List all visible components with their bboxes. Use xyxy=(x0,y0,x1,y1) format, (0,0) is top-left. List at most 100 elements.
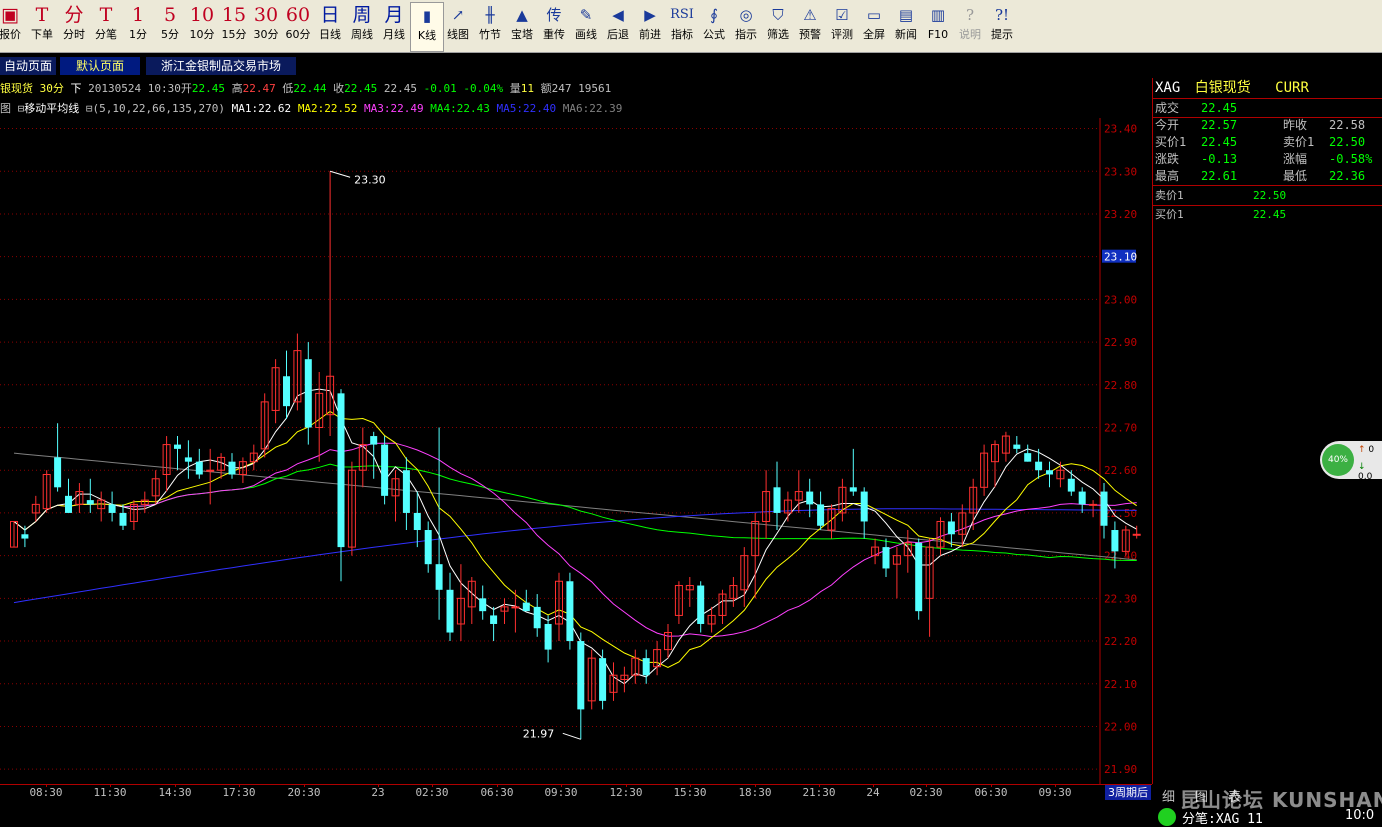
forward-label: 前进 xyxy=(639,28,661,41)
candle-body-up xyxy=(1132,533,1141,536)
ma1-value: MA1:22.62 xyxy=(231,102,292,115)
toolbar-help-doc-button[interactable]: ? 说明 xyxy=(954,2,986,50)
price-tick-label: 22.60 xyxy=(1104,464,1137,477)
quote-label: 报价 xyxy=(0,28,21,41)
toolbar-fullscreen-button[interactable]: ▭ 全屏 xyxy=(858,2,890,50)
toolbar-quote-button[interactable]: ▣ 报价 xyxy=(0,2,26,50)
close-label: 收 xyxy=(333,82,345,95)
weekly-label: 周线 xyxy=(351,28,373,41)
toolbar-15min-button[interactable]: 15 15分 xyxy=(218,2,250,50)
60min-icon: 60 xyxy=(285,4,311,26)
candle-body-down xyxy=(1100,491,1108,526)
toolbar-filter-button[interactable]: ⛉ 筛选 xyxy=(762,2,794,50)
toolbar-daily-button[interactable]: 日日线 xyxy=(314,2,346,50)
panel-name: 白银现货 xyxy=(1194,80,1251,96)
toolbar-f10-button[interactable]: ▥ F10 xyxy=(922,2,954,50)
toolbar-bamboo-button[interactable]: ╫ 竹节 xyxy=(474,2,506,50)
1min-icon: 1 xyxy=(131,4,145,26)
back-label: 后退 xyxy=(607,28,629,41)
candle-body-down xyxy=(435,564,443,590)
indicator-name[interactable]: 移动平均线 xyxy=(24,102,79,115)
time-tick-mark xyxy=(497,784,498,787)
candle-body-down xyxy=(65,495,72,513)
toolbar-formula-button[interactable]: ∮ 公式 xyxy=(698,2,730,50)
candle-body-up xyxy=(206,469,215,472)
time-tick-mark xyxy=(110,784,111,787)
book-bid-label: 买价1 xyxy=(1155,208,1184,221)
toolbar-back-button[interactable]: ◀ 后退 xyxy=(602,2,634,50)
toolbar: ▣ 报价 T 下单分分时 T 分笔 1 1分 5 5分 10 10分 15 15分 30 30分 60 60分日日… xyxy=(0,0,1382,53)
back-icon: ◀ xyxy=(612,6,624,24)
5min-icon: 5 xyxy=(163,4,177,26)
toolbar-ticks-button[interactable]: T 分笔 xyxy=(90,2,122,50)
price-tick-label: 22.90 xyxy=(1104,336,1137,349)
toolbar-alert-button[interactable]: ⚠ 预警 xyxy=(794,2,826,50)
toolbar-resend-button[interactable]: 传重传 xyxy=(538,2,570,50)
kline-label: K线 xyxy=(417,29,437,42)
candle-body-down xyxy=(479,598,487,612)
toolbar-draw-button[interactable]: ✎ 画线 xyxy=(570,2,602,50)
toolbar-tips-button[interactable]: ?! 提示 xyxy=(986,2,1018,50)
candle-body-down xyxy=(544,623,552,650)
badge-down-value: 0.0 xyxy=(1358,472,1373,482)
candle-body-down xyxy=(86,500,94,505)
time-tick-label: 18:30 xyxy=(738,786,772,799)
toolbar-order-button[interactable]: T 下单 xyxy=(26,2,58,50)
toolbar-timeshare-button[interactable]: 分分时 xyxy=(58,2,90,50)
quote-header: XAG 白银现货 CURR xyxy=(1155,80,1309,96)
symbol-name: 银现货 xyxy=(0,82,33,95)
collapse-icon-2[interactable]: ⊟ xyxy=(86,102,93,115)
toolbar-tower-button[interactable]: ▲ 宝塔 xyxy=(506,2,538,50)
toolbar-weekly-button[interactable]: 周周线 xyxy=(346,2,378,50)
toolbar-hint-button[interactable]: ◎ 指示 xyxy=(730,2,762,50)
time-tick-mark xyxy=(991,784,992,787)
time-tick-mark xyxy=(304,784,305,787)
high-value: 22.47 xyxy=(242,82,276,95)
bid-value: 22.45 xyxy=(1201,135,1238,149)
toolbar-news-button[interactable]: ▤ 新闻 xyxy=(890,2,922,50)
tab-auto[interactable]: 自动页面 xyxy=(0,57,56,75)
toolbar-forward-button[interactable]: ▶ 前进 xyxy=(634,2,666,50)
progress-badge[interactable]: 40% ↑ 0 ↓ 0.0 xyxy=(1320,441,1382,482)
toolbar-1min-button[interactable]: 1 1分 xyxy=(122,2,154,50)
badge-pct: 40% xyxy=(1327,455,1348,465)
bottom-bar: 08:30 11:30 14:30 17:30 20:30 23 02:30 06:30 09:… xyxy=(0,784,1382,827)
15min-label: 15分 xyxy=(221,28,247,41)
price-tick-label: 22.00 xyxy=(1104,720,1137,733)
deal-value: 22.45 xyxy=(1201,101,1238,115)
evaluate-label: 评测 xyxy=(831,28,853,41)
candle-body-down xyxy=(21,534,29,539)
candle-body-down xyxy=(522,602,530,612)
candle-body-down xyxy=(849,487,857,492)
candle-body-down xyxy=(304,359,312,428)
toolbar-5min-button[interactable]: 5 5分 xyxy=(154,2,186,50)
kline-chart[interactable]: 23.40 23.30 23.20 23.10 23.00 22.90 22.80 22.70… xyxy=(0,118,1152,784)
resend-label: 重传 xyxy=(543,28,565,41)
toolbar-linechart-button[interactable]: ↗ 线图 xyxy=(442,2,474,50)
tab-default[interactable]: 默认页面 xyxy=(60,57,140,75)
toolbar-monthly-button[interactable]: 月月线 xyxy=(378,2,410,50)
period-button[interactable]: 3周期后 xyxy=(1105,785,1151,800)
time-tick-mark xyxy=(432,784,433,787)
toolbar-evaluate-button[interactable]: ☑ 评测 xyxy=(826,2,858,50)
candle-body-down xyxy=(1078,491,1086,505)
prev-close-value: 22.58 xyxy=(1329,118,1366,132)
price-tick-label: 21.90 xyxy=(1104,763,1137,776)
panel-code: XAG xyxy=(1155,80,1181,96)
prev-close-label: 昨收 xyxy=(1283,118,1308,132)
bottom-tab-detail[interactable]: 细 xyxy=(1162,786,1175,805)
page-tab-bar: 自动页面 默认页面 浙江金银制品交易市场 xyxy=(0,56,1382,76)
candle-body-down xyxy=(195,461,203,475)
candle-body-down xyxy=(490,615,498,624)
time-tick-label: 02:30 xyxy=(415,786,449,799)
toolbar-kline-button[interactable]: ▮ K线 xyxy=(410,2,444,52)
candle-body-down xyxy=(1046,470,1053,475)
monthly-label: 月线 xyxy=(383,28,405,41)
toolbar-indicator-button[interactable]: RSI 指标 xyxy=(666,2,698,50)
toolbar-10min-button[interactable]: 10 10分 xyxy=(186,2,218,50)
toolbar-30min-button[interactable]: 30 30分 xyxy=(250,2,282,50)
quote-icon: ▣ xyxy=(1,4,19,26)
toolbar-60min-button[interactable]: 60 60分 xyxy=(282,2,314,50)
candle-body-down xyxy=(119,512,127,526)
tab-market[interactable]: 浙江金银制品交易市场 xyxy=(146,57,296,75)
